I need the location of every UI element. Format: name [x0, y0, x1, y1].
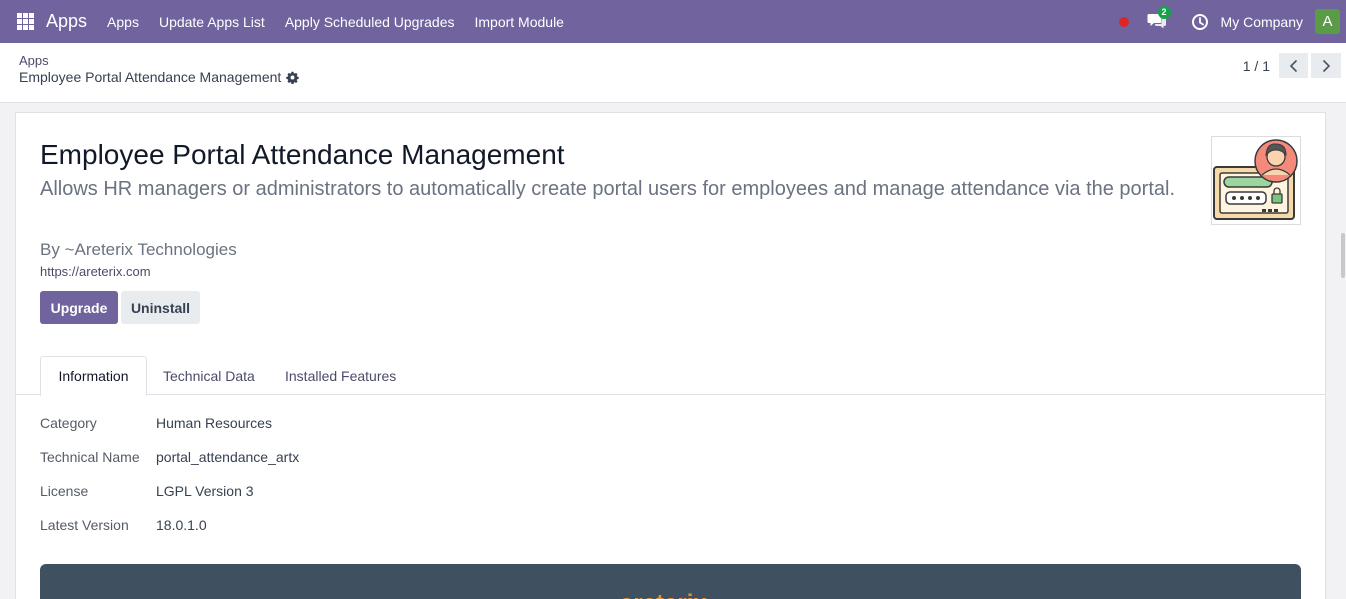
nav-item-apply-scheduled-upgrades[interactable]: Apply Scheduled Upgrades — [275, 14, 465, 30]
nav-item-import-module[interactable]: Import Module — [464, 14, 573, 30]
module-title: Employee Portal Attendance Management — [40, 139, 565, 170]
messages-button[interactable]: 2 — [1147, 5, 1171, 32]
chevron-right-icon — [1322, 59, 1331, 72]
latest-version-label: Latest Version — [40, 517, 129, 533]
module-website-link[interactable]: https://areterix.com — [40, 264, 151, 279]
technical-name-value: portal_attendance_artx — [156, 449, 300, 465]
latest-version-value: 18.0.1.0 — [156, 517, 207, 533]
areterix-logo: areterix — [620, 590, 707, 599]
module-author: By ~Areterix Technologies — [40, 240, 237, 259]
page-scrollbar[interactable] — [1340, 103, 1346, 599]
tab-installed-features[interactable]: Installed Features — [285, 356, 396, 395]
top-navbar: Apps Apps Update Apps List Apply Schedul… — [0, 0, 1346, 43]
breadcrumb-current-label: Employee Portal Attendance Management — [19, 69, 282, 85]
technical-name-label: Technical Name — [40, 449, 140, 465]
navbar-systray: 2 My Company A — [1118, 0, 1346, 43]
module-description-banner: areterix — [40, 564, 1301, 599]
pager-value[interactable]: 1 / 1 — [1243, 58, 1270, 74]
category-value: Human Resources — [156, 415, 272, 431]
nav-item-update-apps-list[interactable]: Update Apps List — [149, 14, 275, 30]
recording-indicator-icon[interactable] — [1118, 16, 1129, 27]
company-switcher[interactable]: My Company — [1221, 14, 1303, 30]
user-avatar[interactable]: A — [1315, 9, 1340, 34]
category-label: Category — [40, 415, 97, 431]
portal-attendance-illustration-icon — [1213, 139, 1298, 220]
app-menu-grid-icon[interactable] — [17, 13, 34, 30]
module-summary: Allows HR managers or administrators to … — [40, 178, 1176, 200]
tab-technical-data[interactable]: Technical Data — [163, 356, 255, 395]
module-form-sheet: Employee Portal Attendance Management Al… — [15, 112, 1326, 599]
app-brand[interactable]: Apps — [46, 11, 87, 32]
pager-next-button[interactable] — [1311, 53, 1341, 78]
upgrade-button[interactable]: Upgrade — [40, 291, 118, 324]
messages-count-badge: 2 — [1157, 5, 1171, 19]
tab-information[interactable]: Information — [40, 356, 147, 396]
license-label: License — [40, 483, 89, 499]
nav-item-apps[interactable]: Apps — [97, 14, 149, 30]
pager-previous-button[interactable] — [1279, 53, 1309, 78]
control-panel: Apps Employee Portal Attendance Manageme… — [0, 43, 1346, 103]
module-notebook-tabs: Information Technical Data Installed Fea… — [16, 356, 1325, 396]
module-icon-image — [1211, 136, 1301, 225]
breadcrumb-parent-link[interactable]: Apps — [19, 53, 49, 68]
clock-icon[interactable] — [1191, 13, 1209, 31]
gear-icon[interactable] — [286, 71, 300, 84]
scrollbar-thumb[interactable] — [1341, 233, 1345, 278]
license-value: LGPL Version 3 — [156, 483, 254, 499]
breadcrumb-current: Employee Portal Attendance Management — [19, 69, 300, 85]
chevron-left-icon — [1289, 59, 1297, 72]
uninstall-button[interactable]: Uninstall — [121, 291, 200, 324]
